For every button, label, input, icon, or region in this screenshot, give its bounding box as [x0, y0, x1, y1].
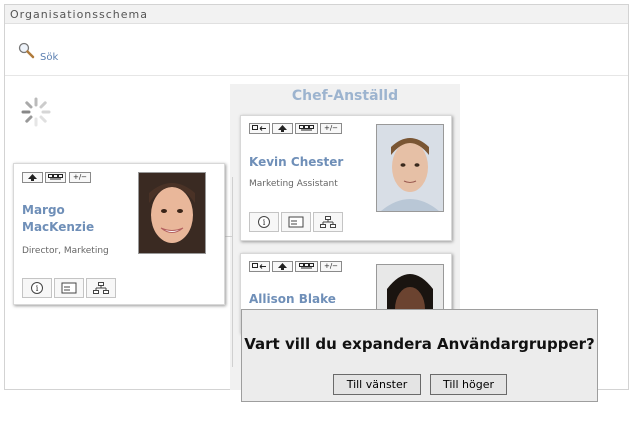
contact-card-button[interactable]: [281, 212, 311, 232]
person-photo: [138, 172, 206, 254]
person-card-kevin[interactable]: +/− Kevin Chester Marketing Assistant i: [240, 115, 452, 241]
move-up-button[interactable]: [22, 172, 43, 183]
expand-right-button[interactable]: Till höger: [430, 374, 507, 395]
person-title: Marketing Assistant: [249, 179, 338, 189]
org-tree-icon: [93, 282, 109, 294]
move-up-button[interactable]: [272, 123, 293, 134]
dialog-question: Vart vill du expandera Användargrupper?: [244, 335, 595, 353]
expand-collapse-button[interactable]: +/−: [320, 123, 342, 134]
person-photo: [376, 124, 444, 212]
info-icon: i: [31, 282, 43, 294]
info-button[interactable]: i: [22, 278, 52, 298]
vcard-icon: [288, 216, 304, 228]
show-subordinates-button[interactable]: [45, 172, 66, 183]
loading-spinner-icon: [21, 97, 51, 127]
vcard-icon: [61, 282, 77, 294]
show-subordinates-button[interactable]: [295, 123, 318, 134]
search-label: Sök: [40, 52, 59, 63]
expand-direction-dialog: Vart vill du expandera Användargrupper? …: [241, 309, 598, 402]
person-title: Director, Marketing: [22, 246, 109, 256]
person-last-name[interactable]: MacKenzie: [22, 219, 94, 235]
expand-collapse-button[interactable]: +/−: [69, 172, 91, 183]
divider: [5, 75, 628, 76]
action-bar: i: [22, 278, 118, 298]
show-manager-button[interactable]: [249, 261, 270, 272]
magnifier-icon: [18, 42, 35, 59]
show-manager-button[interactable]: [249, 123, 270, 134]
org-chart-button[interactable]: [313, 212, 343, 232]
move-up-button[interactable]: [272, 261, 293, 272]
person-name[interactable]: Kevin Chester: [249, 154, 343, 170]
column-title: Chef-Anställd: [291, 88, 399, 104]
info-button[interactable]: i: [249, 212, 279, 232]
org-tree-icon: [320, 216, 336, 228]
action-bar: i: [249, 212, 345, 232]
portlet-title: Organisationsschema: [10, 8, 148, 21]
svg-text:i: i: [263, 218, 266, 227]
portlet-titlebar: Organisationsschema: [5, 5, 628, 24]
person-card-margo[interactable]: +/− Margo MacKenzie Director, Marketing …: [13, 163, 225, 305]
connector-line: [232, 177, 233, 367]
person-first-name[interactable]: Margo: [22, 202, 65, 218]
info-icon: i: [258, 216, 270, 228]
org-chart-button[interactable]: [86, 278, 116, 298]
expand-collapse-button[interactable]: +/−: [320, 261, 342, 272]
person-name[interactable]: Allison Blake: [249, 291, 336, 307]
svg-text:i: i: [36, 284, 39, 293]
expand-left-button[interactable]: Till vänster: [333, 374, 421, 395]
contact-card-button[interactable]: [54, 278, 84, 298]
show-subordinates-button[interactable]: [295, 261, 318, 272]
